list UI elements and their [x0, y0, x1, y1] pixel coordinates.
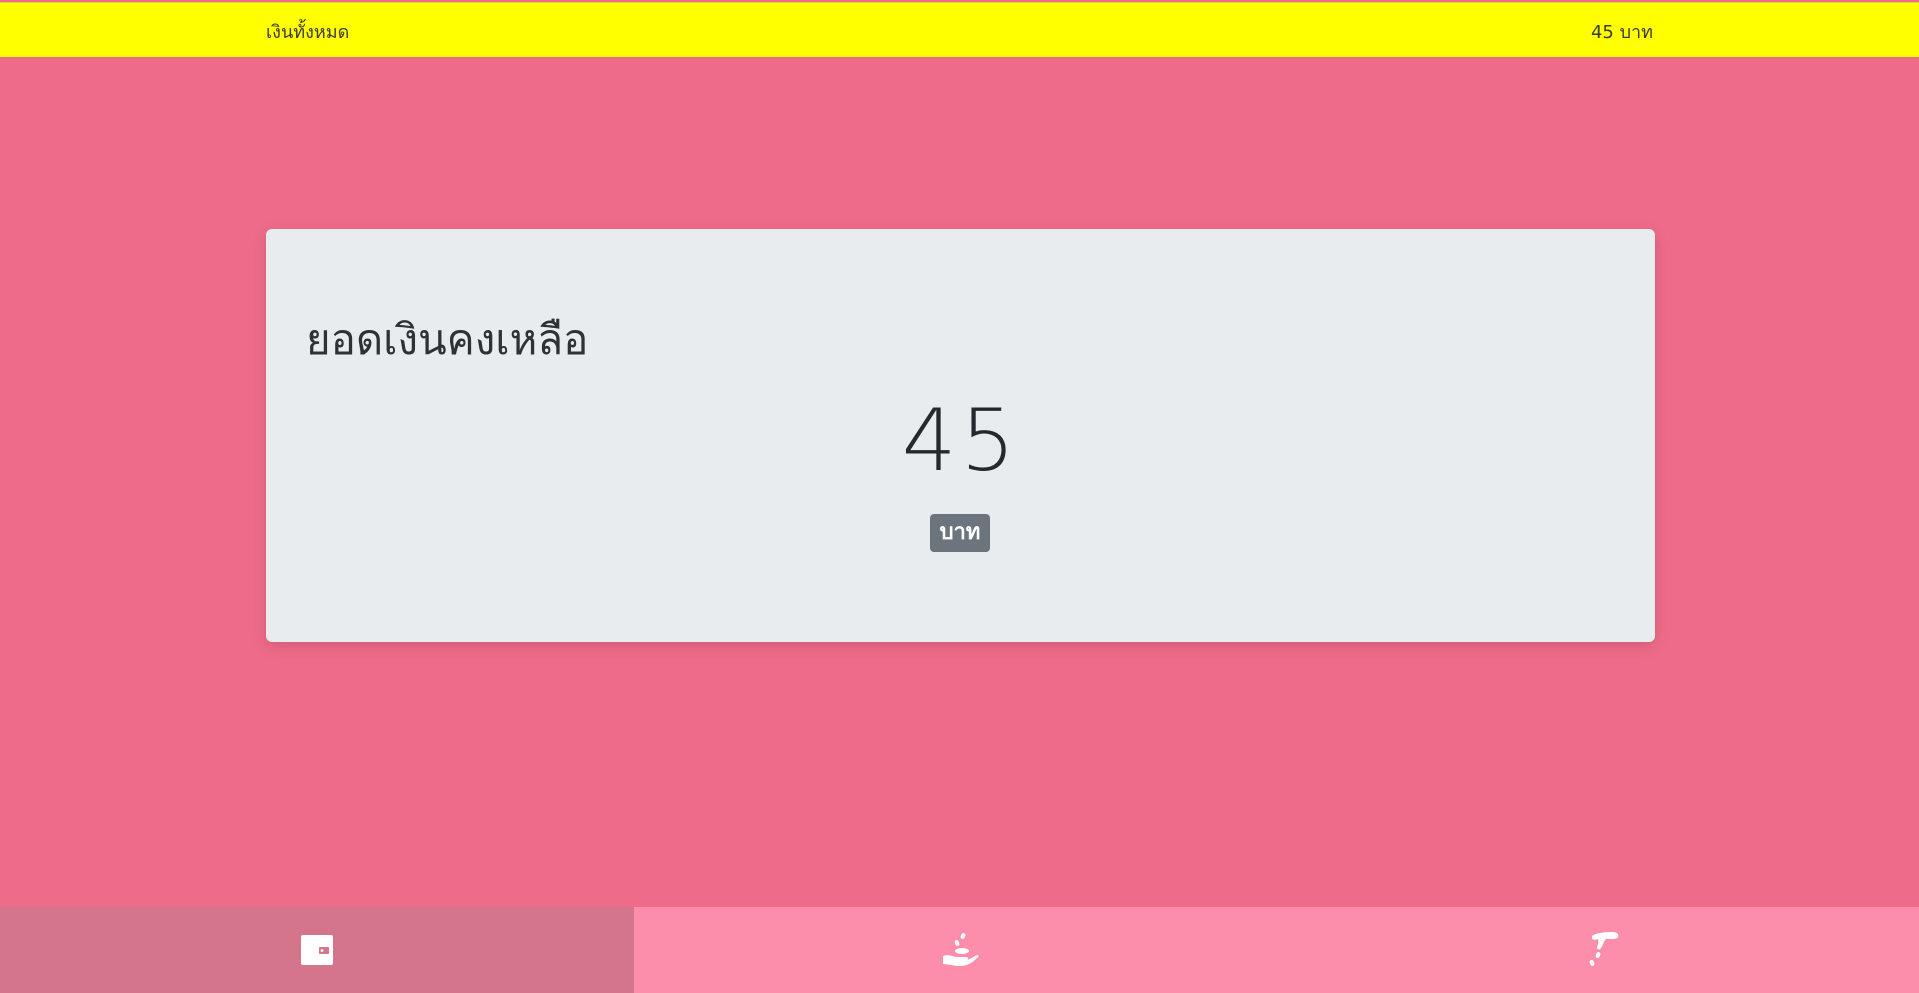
- total-money-label: เงินทั้งหมด: [266, 22, 350, 43]
- nav-item-income[interactable]: [634, 907, 1285, 993]
- bottom-nav: [0, 907, 1919, 993]
- balance-title: ยอดเงินคงเหลือ: [306, 315, 589, 364]
- hand-give-icon: [1584, 930, 1620, 970]
- hand-receive-icon: [940, 930, 980, 970]
- top-bar: เงินทั้งหมด 45 บาท: [0, 2, 1919, 57]
- currency-badge: บาท: [930, 514, 990, 552]
- total-money-value: 45 บาท: [1590, 22, 1653, 43]
- balance-amount: 45: [901, 391, 1020, 491]
- wallet-icon: [300, 934, 334, 966]
- balance-card: ยอดเงินคงเหลือ 45 บาท: [266, 229, 1655, 642]
- nav-item-expense[interactable]: [1285, 907, 1919, 993]
- nav-item-wallet[interactable]: [0, 907, 634, 993]
